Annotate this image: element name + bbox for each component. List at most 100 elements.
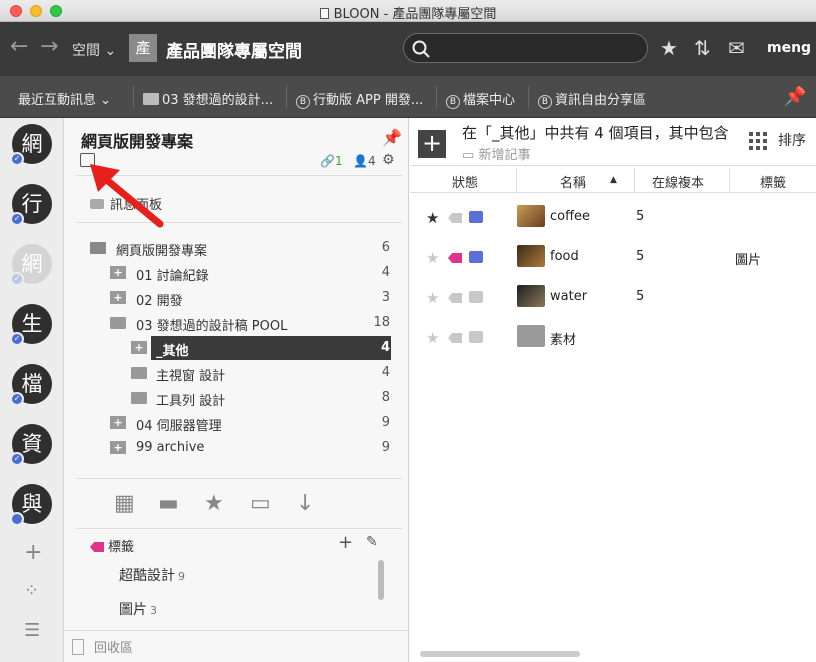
list-icon[interactable]: ☰ xyxy=(24,620,40,641)
bloon-circle-icon: B xyxy=(296,95,310,109)
recycle-bin[interactable]: 回收區 xyxy=(72,637,133,656)
space-dropdown-label: 空間 xyxy=(72,43,100,59)
tree-item-count: 8 xyxy=(381,390,390,405)
tag-icon[interactable] xyxy=(448,213,462,223)
shortcut-mobile-app[interactable]: B 行動版 APP 開發... xyxy=(296,89,423,109)
table-row[interactable]: ★ coffee 5 xyxy=(410,200,816,240)
new-note-link[interactable]: ▭ 新增記事 xyxy=(462,144,530,163)
star-icon[interactable]: ★ xyxy=(204,491,224,516)
comment-icon[interactable]: ▭ xyxy=(250,491,271,516)
horizontal-scrollbar[interactable] xyxy=(420,651,580,657)
column-header-status[interactable]: 狀態 xyxy=(452,172,478,191)
item-copies: 5 xyxy=(636,249,645,264)
back-arrow-icon[interactable]: ← xyxy=(10,34,28,59)
sort-button[interactable]: 排序 xyxy=(778,130,806,150)
comment-icon[interactable] xyxy=(469,291,483,303)
star-icon[interactable]: ★ xyxy=(426,329,439,347)
divider xyxy=(516,168,517,192)
tree-item-server[interactable]: + 04 伺服器管理 9 xyxy=(76,411,396,435)
rail-item-life[interactable]: 生 ✓ xyxy=(10,304,52,346)
item-copies: 5 xyxy=(636,209,645,224)
trash-icon xyxy=(72,639,84,655)
tree-item-toolbar-design[interactable]: 工具列 設計 8 xyxy=(76,386,396,410)
tag-item[interactable]: 圖片 3 xyxy=(119,599,157,619)
rail-item-web[interactable]: 網 ✓ xyxy=(10,124,52,166)
space-avatar[interactable]: 產 xyxy=(129,34,157,62)
add-item-button[interactable]: + xyxy=(418,130,446,158)
column-header-tags[interactable]: 標籤 xyxy=(760,172,786,191)
comment-icon[interactable] xyxy=(469,211,483,223)
user-name[interactable]: meng xyxy=(767,40,811,56)
add-space-icon[interactable]: + xyxy=(24,540,42,565)
divider xyxy=(76,528,402,529)
annotation-arrow-icon xyxy=(90,164,164,228)
tag-name: 圖片 xyxy=(119,602,147,618)
grid-view-icon[interactable]: ▦ xyxy=(114,491,135,516)
tree-item-root[interactable]: 網頁版開發專案 6 xyxy=(76,236,396,260)
folder-open-icon xyxy=(110,317,126,329)
item-copies: 5 xyxy=(636,289,645,304)
tag-item[interactable]: 超酷設計 9 xyxy=(119,565,185,585)
table-row[interactable]: ★ food 5 圖片 xyxy=(410,240,816,280)
star-icon[interactable]: ★ xyxy=(426,289,439,307)
add-tag-icon[interactable]: + xyxy=(338,532,353,553)
tree-item-count: 18 xyxy=(373,315,390,330)
folder-icon[interactable]: ▬ xyxy=(158,491,179,516)
window-title-text: BLOON - 產品團隊專屬空間 xyxy=(333,7,497,22)
grid-view-icon[interactable] xyxy=(749,132,767,150)
tree-item-other[interactable]: + _其他 4 xyxy=(76,336,396,360)
divider xyxy=(436,86,437,108)
tag-icon[interactable] xyxy=(448,293,462,303)
folder-summary: 在「_其他」中共有 4 個項目，其中包含 xyxy=(462,124,729,142)
download-icon[interactable]: ↓ xyxy=(296,491,314,516)
tag-icon[interactable] xyxy=(448,253,462,263)
column-header-copies[interactable]: 在線複本 xyxy=(652,172,704,191)
member-count[interactable]: 👤4 xyxy=(353,154,376,168)
forward-arrow-icon[interactable]: → xyxy=(40,34,58,59)
tree-item-discussion[interactable]: + 01 討論紀錄 4 xyxy=(76,261,396,285)
comment-icon[interactable] xyxy=(469,251,483,263)
search-input[interactable] xyxy=(403,33,648,63)
gear-icon[interactable]: ⚙ xyxy=(382,152,395,168)
rail-item-mobile[interactable]: 行 ✓ xyxy=(10,184,52,226)
table-row[interactable]: ★ water 5 xyxy=(410,280,816,320)
rail-item-char: 行 xyxy=(21,192,43,216)
tree-item-dev[interactable]: + 02 開發 3 xyxy=(76,286,396,310)
shortcut-file-center[interactable]: B 檔案中心 xyxy=(446,89,515,109)
apps-grid-icon[interactable]: ⁘ xyxy=(24,580,39,601)
star-icon[interactable]: ★ xyxy=(426,249,439,267)
shortcut-label: 行動版 APP 開發... xyxy=(313,93,424,108)
tree-item-archive[interactable]: + 99 archive 9 xyxy=(76,436,396,460)
tag-icon[interactable] xyxy=(448,333,462,343)
rail-item-with[interactable]: 與 xyxy=(10,484,52,526)
tree-item-design-pool[interactable]: 03 發想過的設計稿 POOL 18 xyxy=(76,311,396,335)
rail-item-web-dim[interactable]: 網 ✓ xyxy=(10,244,52,286)
star-icon[interactable]: ★ xyxy=(660,36,678,60)
space-dropdown[interactable]: 空間 ⌄ xyxy=(72,40,116,60)
tags-scrollbar[interactable] xyxy=(378,560,384,600)
link-count[interactable]: 🔗1 xyxy=(320,154,343,168)
shortcut-info-share[interactable]: B 資訊自由分享區 xyxy=(538,89,646,109)
item-name: water xyxy=(550,289,588,304)
tree-item-count: 9 xyxy=(381,440,390,455)
folder-icon xyxy=(517,325,545,347)
divider xyxy=(634,168,635,192)
project-title: 網頁版開發專案 xyxy=(81,132,194,151)
item-list-pane: + 在「_其他」中共有 4 個項目，其中包含 ▭ 新增記事 排序 狀態 名稱 ▲… xyxy=(410,118,816,662)
divider xyxy=(286,86,287,108)
rail-item-files[interactable]: 檔 ✓ xyxy=(10,364,52,406)
document-icon xyxy=(319,8,329,19)
star-icon[interactable]: ★ xyxy=(426,209,439,227)
comment-icon[interactable] xyxy=(469,331,483,343)
shortcut-design-pool[interactable]: 03 發想過的設計... xyxy=(143,89,273,108)
shortcut-recent-messages[interactable]: 最近互動訊息 ⌄ xyxy=(18,89,111,108)
tree-item-main-window[interactable]: 主視窗 設計 4 xyxy=(76,361,396,385)
column-header-name[interactable]: 名稱 xyxy=(560,172,586,191)
edit-pencil-icon[interactable]: ✎ xyxy=(366,534,378,550)
pin-icon[interactable]: 📌 xyxy=(382,128,402,147)
pin-icon[interactable]: 📌 xyxy=(784,86,806,107)
rail-item-info[interactable]: 資 ✓ xyxy=(10,424,52,466)
table-row[interactable]: ★ 素材 xyxy=(410,320,816,360)
sync-arrows-icon[interactable]: ⇅ xyxy=(694,36,711,60)
mail-icon[interactable]: ✉ xyxy=(728,36,745,60)
